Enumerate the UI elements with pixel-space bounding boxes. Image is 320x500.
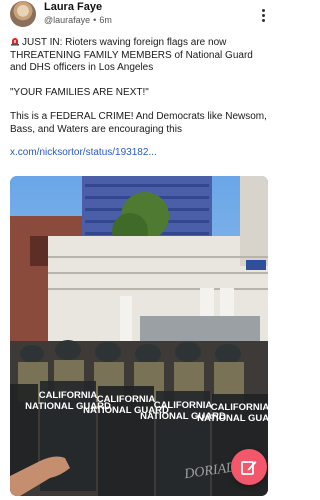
shield-label-4: CALIFORNIA xyxy=(211,402,268,413)
shield-label-3: CALIFORNIA xyxy=(154,400,213,411)
compose-button[interactable] xyxy=(231,449,267,485)
author-block: Laura Faye @laurafaye • 6m xyxy=(44,0,258,25)
post-body: JUST IN: Rioters waving foreign flags ar… xyxy=(10,36,270,159)
compose-icon xyxy=(241,461,257,475)
post-quote: "YOUR FAMILIES ARE NEXT!" xyxy=(10,86,149,98)
post-body-text: This is a FEDERAL CRIME! And Democrats l… xyxy=(10,111,267,135)
meta-separator: • xyxy=(93,15,97,25)
post-alert-paragraph: JUST IN: Rioters waving foreign flags ar… xyxy=(10,36,270,75)
protest-photo: CALIFORNIA NATIONAL GUARD CALIFORNIA NAT… xyxy=(10,176,268,496)
post-timestamp: 6m xyxy=(99,15,112,25)
author-display-name[interactable]: Laura Faye xyxy=(44,2,258,13)
author-meta: @laurafaye • 6m xyxy=(44,16,258,25)
post-alert-text: JUST IN: Rioters waving foreign flags ar… xyxy=(10,37,253,74)
post-header: Laura Faye @laurafaye • 6m xyxy=(10,0,268,28)
building-corner xyxy=(240,176,268,266)
post-media-image[interactable]: CALIFORNIA NATIONAL GUARD CALIFORNIA NAT… xyxy=(10,176,268,496)
building-sign xyxy=(246,260,266,270)
siren-emoji-icon xyxy=(11,38,19,46)
author-avatar[interactable] xyxy=(10,1,36,27)
author-handle[interactable]: @laurafaye xyxy=(44,16,90,25)
shield-label-4b: NATIONAL GUARD xyxy=(197,413,268,424)
shield-label-1: CALIFORNIA xyxy=(39,390,98,401)
post-link[interactable]: x.com/nicksortor/status/193182... xyxy=(10,147,270,160)
shield-label-2: CALIFORNIA xyxy=(97,394,156,405)
more-vertical-icon[interactable] xyxy=(258,5,268,25)
